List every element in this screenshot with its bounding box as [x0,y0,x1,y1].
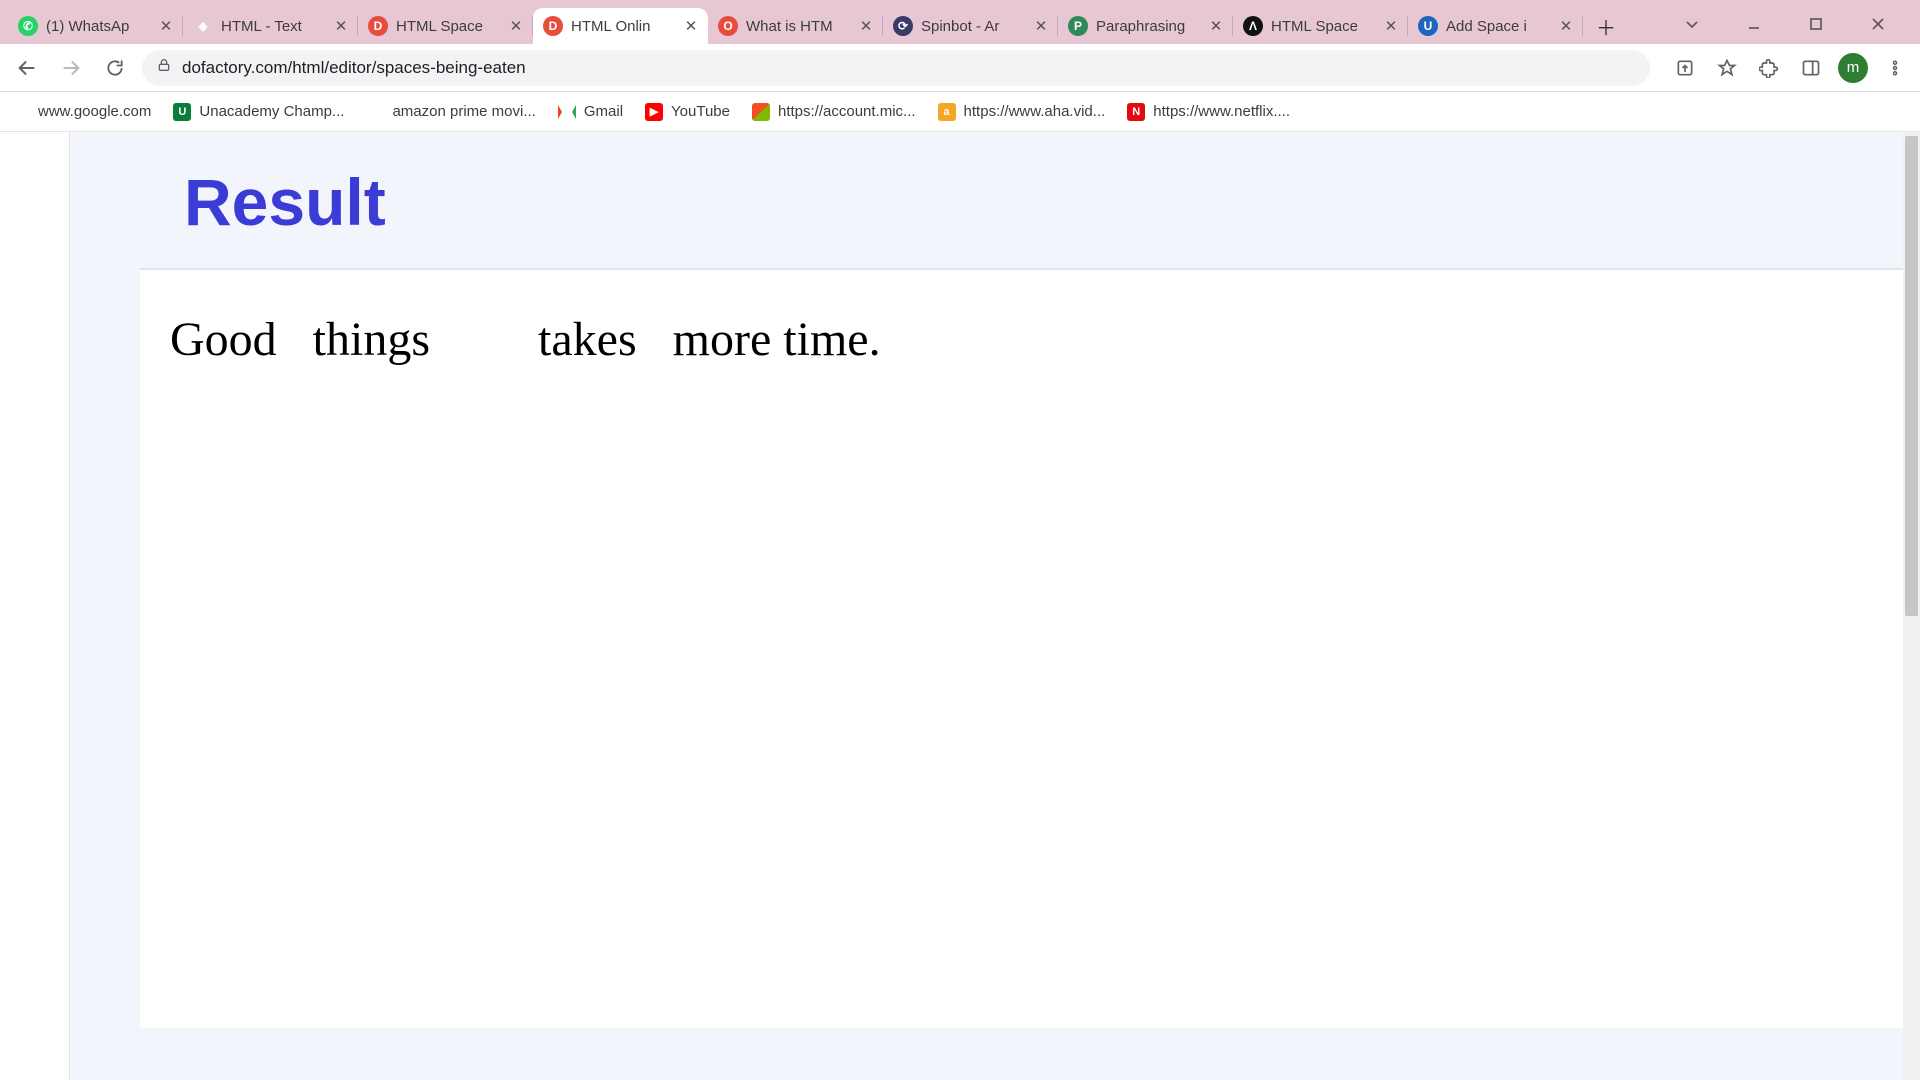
netflix-icon: N [1127,103,1145,121]
tab-title: Paraphrasing [1096,18,1207,35]
result-body: Good things takes more time. [140,268,1908,1028]
browser-toolbar: dofactory.com/html/editor/spaces-being-e… [0,44,1920,92]
side-panel-icon[interactable] [1796,53,1826,83]
bookmarks-bar: G www.google.com U Unacademy Champ... G … [0,92,1920,132]
microsoft-icon [752,103,770,121]
new-tab-button[interactable]: ＋ [1591,11,1621,41]
whatsapp-icon: ✆ [18,16,38,36]
bookmark-label: www.google.com [38,103,151,120]
result-heading: Result [184,164,1868,240]
bookmark-star-icon[interactable] [1712,53,1742,83]
bookmark-gmail[interactable]: Gmail [558,103,623,121]
page-viewport: Result Good things takes more time. [0,132,1920,1080]
google-icon: G [12,103,30,121]
tab-html-online[interactable]: D HTML Onlin ✕ [533,8,708,44]
reload-button[interactable] [98,51,132,85]
close-tab-icon[interactable]: ✕ [857,17,875,35]
scrollbar-thumb[interactable] [1905,136,1918,616]
editor-divider [70,132,140,1080]
tab-whatsapp[interactable]: ✆ (1) WhatsAp ✕ [8,8,183,44]
paraphrase-icon: P [1068,16,1088,36]
bookmark-label: amazon prime movi... [392,103,535,120]
maximize-button[interactable] [1800,10,1832,38]
avatar-letter: m [1847,59,1860,76]
url-text: dofactory.com/html/editor/spaces-being-e… [182,58,1636,78]
result-panel: Result Good things takes more time. [140,132,1908,1080]
dofactory-icon: D [368,16,388,36]
tab-title: HTML Space [1271,18,1382,35]
result-header: Result [140,132,1908,268]
tab-title: HTML - Text [221,18,332,35]
close-tab-icon[interactable]: ✕ [1382,17,1400,35]
bookmark-label: https://www.aha.vid... [964,103,1106,120]
bookmark-unacademy[interactable]: U Unacademy Champ... [173,103,344,121]
tab-what-is-html[interactable]: O What is HTM ✕ [708,8,883,44]
close-tab-icon[interactable]: ✕ [1032,17,1050,35]
back-button[interactable] [10,51,44,85]
result-text: Good things takes more time. [170,312,1878,367]
share-icon[interactable] [1670,53,1700,83]
tab-title: HTML Space [396,18,507,35]
close-tab-icon[interactable]: ✕ [332,17,350,35]
unacademy-icon: U [173,103,191,121]
minimize-button[interactable] [1738,10,1770,38]
tab-title: What is HTM [746,18,857,35]
close-tab-icon[interactable]: ✕ [1557,17,1575,35]
diamond-icon: ◈ [193,16,213,36]
tab-add-space[interactable]: U Add Space i ✕ [1408,8,1583,44]
tab-html-text[interactable]: ◈ HTML - Text ✕ [183,8,358,44]
site-a-icon: Λ [1243,16,1263,36]
site-u-icon: U [1418,16,1438,36]
tab-search-button[interactable] [1676,10,1708,38]
bookmark-aha[interactable]: a https://www.aha.vid... [938,103,1106,121]
window-controls [1676,10,1912,44]
bookmark-label: https://www.netflix.... [1153,103,1290,120]
tab-html-space-1[interactable]: D HTML Space ✕ [358,8,533,44]
editor-left-gutter [0,132,70,1080]
tab-paraphrasing[interactable]: P Paraphrasing ✕ [1058,8,1233,44]
bookmark-label: Gmail [584,103,623,120]
close-tab-icon[interactable]: ✕ [1207,17,1225,35]
toolbar-right: m [1670,53,1910,83]
menu-icon[interactable] [1880,53,1910,83]
bookmark-label: https://account.mic... [778,103,916,120]
bookmark-label: Unacademy Champ... [199,103,344,120]
bookmark-label: YouTube [671,103,730,120]
tab-title: HTML Onlin [571,18,682,35]
lock-icon [156,57,172,78]
extensions-icon[interactable] [1754,53,1784,83]
bookmark-microsoft[interactable]: https://account.mic... [752,103,916,121]
search-icon: G [366,103,384,121]
dofactory-icon: D [543,16,563,36]
tab-title: Add Space i [1446,18,1557,35]
close-tab-icon[interactable]: ✕ [682,17,700,35]
aha-icon: a [938,103,956,121]
browser-tabstrip: ✆ (1) WhatsAp ✕ ◈ HTML - Text ✕ D HTML S… [0,0,1920,44]
tab-title: Spinbot - Ar [921,18,1032,35]
close-window-button[interactable] [1862,10,1894,38]
youtube-icon: ▶ [645,103,663,121]
tab-html-space-2[interactable]: Λ HTML Space ✕ [1233,8,1408,44]
address-bar[interactable]: dofactory.com/html/editor/spaces-being-e… [142,50,1650,86]
profile-avatar[interactable]: m [1838,53,1868,83]
bookmark-netflix[interactable]: N https://www.netflix.... [1127,103,1290,121]
tab-spinbot[interactable]: ⟳ Spinbot - Ar ✕ [883,8,1058,44]
close-tab-icon[interactable]: ✕ [157,17,175,35]
spinbot-icon: ⟳ [893,16,913,36]
gmail-icon [558,103,576,121]
tab-title: (1) WhatsAp [46,18,157,35]
close-tab-icon[interactable]: ✕ [507,17,525,35]
bookmark-google[interactable]: G www.google.com [12,103,151,121]
bookmark-youtube[interactable]: ▶ YouTube [645,103,730,121]
vertical-scrollbar[interactable] [1903,132,1920,1080]
bookmark-amazon-prime[interactable]: G amazon prime movi... [366,103,535,121]
opera-icon: O [718,16,738,36]
forward-button[interactable] [54,51,88,85]
